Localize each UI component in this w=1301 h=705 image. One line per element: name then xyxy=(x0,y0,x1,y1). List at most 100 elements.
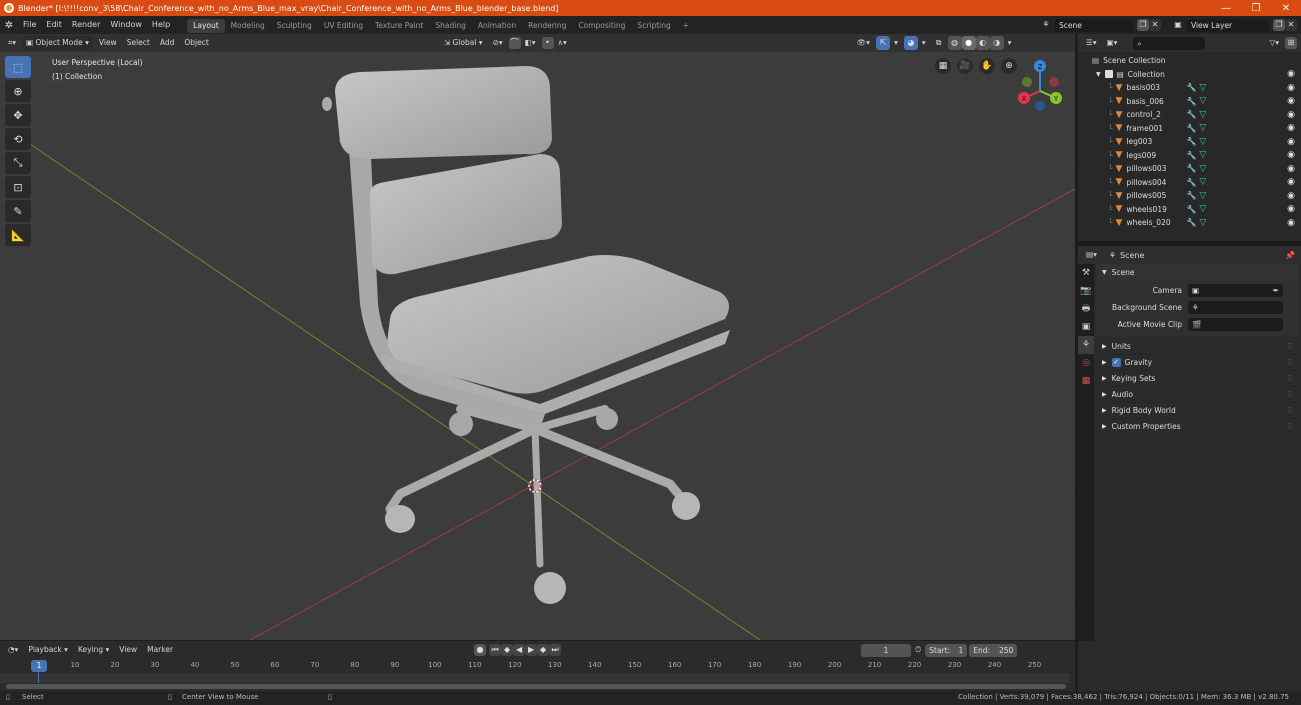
select-menu[interactable]: Select xyxy=(123,36,154,50)
mesh-data-icon[interactable]: ▽ xyxy=(1199,218,1206,228)
visibility-eye-icon[interactable]: ◉ xyxy=(1287,150,1295,160)
modifier-wrench-icon[interactable]: 🔧 xyxy=(1186,97,1196,106)
end-frame-field[interactable]: End: 250 xyxy=(969,643,1018,657)
scene-panel-header[interactable]: ▼ Scene xyxy=(1096,264,1299,280)
start-frame-field[interactable]: Start: 1 xyxy=(925,643,968,657)
mesh-data-icon[interactable]: ▽ xyxy=(1199,164,1206,174)
modifier-wrench-icon[interactable]: 🔧 xyxy=(1186,205,1196,214)
neg-x-axis-dot[interactable] xyxy=(1049,77,1059,87)
visibility-eye-icon[interactable]: ◉ xyxy=(1287,218,1295,228)
drag-handle-icon[interactable]: ⠿ xyxy=(1288,406,1294,415)
visibility-eye-icon[interactable]: ◉ xyxy=(1287,110,1295,120)
drag-handle-icon[interactable]: ⠿ xyxy=(1288,374,1294,383)
collection-row[interactable]: ▼ ▤ Collection ◉ xyxy=(1078,68,1301,82)
modifier-wrench-icon[interactable]: 🔧 xyxy=(1186,151,1196,160)
solid-shading-icon[interactable]: ● xyxy=(961,36,976,50)
frame-ruler[interactable]: 10 20 30 40 50 60 70 80 90 100 110 120 130 140 150 160 1… xyxy=(0,659,1070,683)
modifier-wrench-icon[interactable]: 🔧 xyxy=(1186,178,1196,187)
tab-animation[interactable]: Animation xyxy=(472,19,522,33)
camera-view-icon[interactable]: 🎥 xyxy=(957,58,973,74)
menu-edit[interactable]: Edit xyxy=(41,16,67,34)
add-workspace-button[interactable]: + xyxy=(677,19,695,33)
drag-handle-icon[interactable]: ⠿ xyxy=(1288,358,1294,367)
view-layer-field[interactable]: View Layer xyxy=(1187,18,1269,32)
mesh-data-icon[interactable]: ▽ xyxy=(1199,96,1206,106)
modifier-wrench-icon[interactable]: 🔧 xyxy=(1186,137,1196,146)
tab-texture-paint[interactable]: Texture Paint xyxy=(369,19,429,33)
jump-end-button[interactable]: ⏭ xyxy=(549,644,562,656)
maximize-button[interactable]: ❐ xyxy=(1241,0,1271,16)
navigation-gizmo[interactable]: Z X Y xyxy=(1010,56,1070,116)
outliner-object-row[interactable]: └ ▼ basis003 🔧 ▽ ◉ xyxy=(1078,81,1301,95)
panel-keying-sets[interactable]: ▶ Keying Sets ⠿ xyxy=(1096,371,1299,387)
playhead[interactable]: 1 xyxy=(31,660,47,672)
transform-tool-icon[interactable]: ⊡ xyxy=(5,176,31,198)
scene-icon[interactable]: ⚘ xyxy=(1037,18,1055,32)
menu-render[interactable]: Render xyxy=(67,16,105,34)
active-movie-clip-field[interactable]: 🎬 xyxy=(1188,318,1283,331)
mesh-data-icon[interactable]: ▽ xyxy=(1199,150,1206,160)
new-scene-icon[interactable]: ❐ xyxy=(1137,19,1149,31)
object-mode-dropdown[interactable]: ▣ Object Mode ▾ xyxy=(22,36,93,50)
collection-checkbox[interactable] xyxy=(1104,70,1113,79)
outliner-object-row[interactable]: └ ▼ leg003 🔧 ▽ ◉ xyxy=(1078,135,1301,149)
prev-keyframe-button[interactable]: ◆ xyxy=(501,644,514,656)
tab-layout[interactable]: Layout xyxy=(187,18,225,33)
new-view-layer-icon[interactable]: ❐ xyxy=(1273,19,1285,31)
tab-scripting[interactable]: Scripting xyxy=(631,19,676,33)
menu-file[interactable]: File xyxy=(18,16,41,34)
delete-scene-icon[interactable]: ✕ xyxy=(1149,19,1161,31)
display-mode-icon[interactable]: ▣▾ xyxy=(1103,36,1122,50)
modifier-wrench-icon[interactable]: 🔧 xyxy=(1186,164,1196,173)
outliner-object-row[interactable]: └ ▼ wheels019 🔧 ▽ ◉ xyxy=(1078,203,1301,217)
panel-units[interactable]: ▶ Units ⠿ xyxy=(1096,339,1299,355)
mesh-data-icon[interactable]: ▽ xyxy=(1199,123,1206,133)
menu-help[interactable]: Help xyxy=(147,16,175,34)
panel-gravity[interactable]: ▶ ✓ Gravity ⠿ xyxy=(1096,355,1299,371)
rotate-tool-icon[interactable]: ⟲ xyxy=(5,128,31,150)
outliner-search-input[interactable]: ⌕ xyxy=(1133,36,1206,50)
eyedropper-icon[interactable]: ✒ xyxy=(1273,284,1279,297)
shading-dropdown[interactable]: ▾ xyxy=(1004,36,1016,50)
minimize-button[interactable]: — xyxy=(1211,0,1241,16)
next-keyframe-button[interactable]: ◆ xyxy=(537,644,550,656)
measure-tool-icon[interactable]: 📐 xyxy=(5,224,31,246)
menu-window[interactable]: Window xyxy=(105,16,147,34)
scale-tool-icon[interactable]: ⤡ xyxy=(5,152,31,174)
view-menu[interactable]: View xyxy=(95,36,121,50)
tab-shading[interactable]: Shading xyxy=(429,19,471,33)
annotate-tool-icon[interactable]: ✎ xyxy=(5,200,31,222)
material-shading-icon[interactable]: ◐ xyxy=(975,36,990,50)
play-reverse-button[interactable]: ◀ xyxy=(513,644,526,656)
visibility-eye-icon[interactable]: ◉ xyxy=(1287,123,1295,133)
tab-compositing[interactable]: Compositing xyxy=(572,19,631,33)
neg-z-axis-dot[interactable] xyxy=(1035,101,1045,111)
current-frame-field[interactable]: 1 xyxy=(861,643,912,657)
render-tab-icon[interactable]: 📷 xyxy=(1078,282,1094,300)
visibility-eye-icon[interactable]: ◉ xyxy=(1287,204,1295,214)
outliner-object-row[interactable]: └ ▼ frame001 🔧 ▽ ◉ xyxy=(1078,122,1301,136)
neg-y-axis-dot[interactable] xyxy=(1022,77,1032,87)
pan-hand-icon[interactable]: ✋ xyxy=(979,58,995,74)
wireframe-shading-icon[interactable]: ◍ xyxy=(947,36,962,50)
visibility-eye-icon[interactable]: ◉ xyxy=(1287,191,1295,201)
modifier-wrench-icon[interactable]: 🔧 xyxy=(1186,124,1196,133)
modifier-wrench-icon[interactable]: 🔧 xyxy=(1186,191,1196,200)
visibility-eye-icon[interactable]: ◉ xyxy=(1287,164,1295,174)
playback-menu[interactable]: Playback ▾ xyxy=(24,643,72,657)
transform-orientation-dropdown[interactable]: ⇲ Global ▾ xyxy=(440,36,487,50)
modifier-wrench-icon[interactable]: 🔧 xyxy=(1186,110,1196,119)
outliner-object-row[interactable]: └ ▼ pillows005 🔧 ▽ ◉ xyxy=(1078,189,1301,203)
snap-icon[interactable]: ⌒ xyxy=(508,37,521,49)
visibility-eye-icon[interactable]: ◉ xyxy=(1287,96,1295,106)
blender-menu-icon[interactable]: ✲ xyxy=(0,20,18,31)
outliner-object-row[interactable]: └ ▼ control_2 🔧 ▽ ◉ xyxy=(1078,108,1301,122)
close-button[interactable]: ✕ xyxy=(1271,0,1301,16)
outliner-object-row[interactable]: └ ▼ wheels_020 🔧 ▽ ◉ xyxy=(1078,216,1301,230)
panel-audio[interactable]: ▶ Audio ⠿ xyxy=(1096,387,1299,403)
object-menu[interactable]: Object xyxy=(180,36,212,50)
viewport-canvas[interactable] xyxy=(0,34,1075,640)
visibility-eye-icon[interactable]: ◉ xyxy=(1287,177,1295,187)
tab-uv-editing[interactable]: UV Editing xyxy=(318,19,369,33)
visibility-icon[interactable]: 👁▾ xyxy=(853,36,874,50)
